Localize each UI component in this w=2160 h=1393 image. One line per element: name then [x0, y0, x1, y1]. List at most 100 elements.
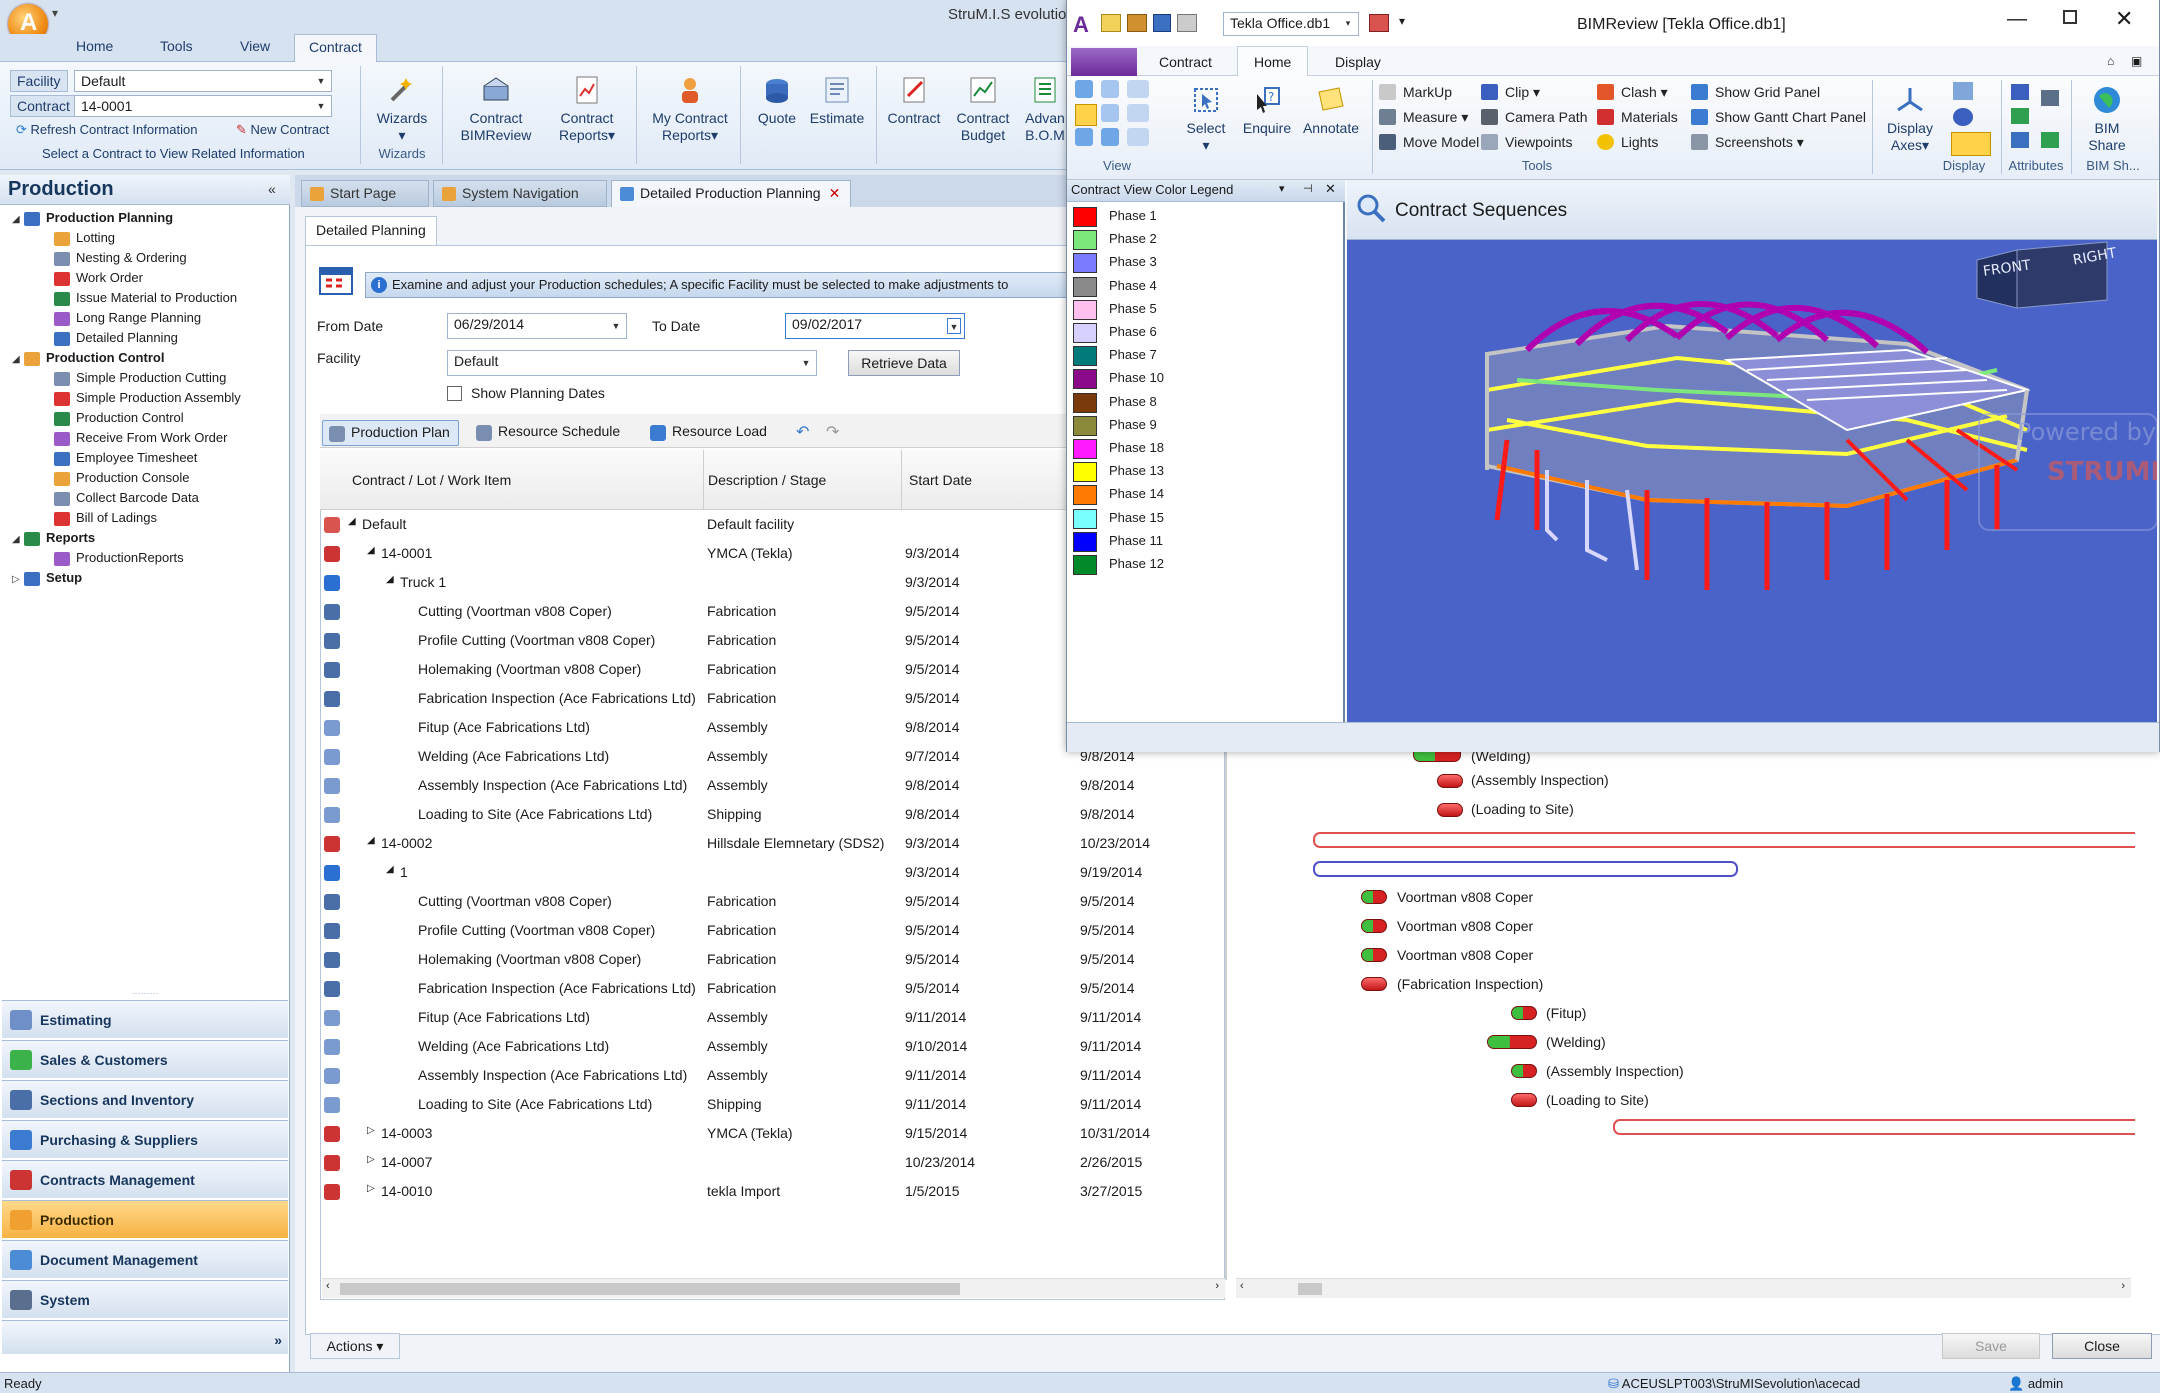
lighting-toggle-icon[interactable]: [1951, 132, 1991, 156]
column-header-start-date[interactable]: Start Date: [909, 472, 972, 488]
redo-icon[interactable]: ↷: [826, 422, 839, 442]
gantt-bar-assembly-inspection-2[interactable]: [1511, 1064, 1537, 1078]
pane-splitter[interactable]: ·········: [0, 989, 290, 998]
tab-detailed-planning[interactable]: Detailed Planning: [305, 216, 437, 246]
collapse-pane-icon[interactable]: «: [268, 181, 276, 197]
close-window-icon[interactable]: ✕: [2115, 6, 2133, 32]
bim-share-button[interactable]: BIM Share: [2077, 84, 2137, 154]
camera-path-button[interactable]: Camera Path: [1481, 107, 1587, 127]
gantt-bar-holemaking[interactable]: [1361, 948, 1387, 962]
gantt-bar-loading-1[interactable]: [1437, 803, 1463, 817]
nav-module-button[interactable]: System: [2, 1280, 288, 1318]
nav-tree-item[interactable]: Long Range Planning: [54, 308, 201, 328]
view-cube-icon[interactable]: [1127, 80, 1149, 98]
grid-splitter[interactable]: [1225, 750, 1227, 1280]
nav-tree-item[interactable]: Receive From Work Order: [54, 428, 227, 448]
gantt-bar-welding-2[interactable]: [1487, 1035, 1537, 1049]
nav-tree-item[interactable]: ◢ Production Planning: [12, 208, 173, 228]
resource-schedule-button[interactable]: Resource Schedule: [470, 420, 628, 446]
tab-tools[interactable]: Tools: [160, 38, 193, 54]
print-icon[interactable]: [1177, 14, 1197, 32]
nav-tree-item[interactable]: ◢ Production Control: [12, 348, 164, 368]
nav-tree-item[interactable]: Issue Material to Production: [54, 288, 237, 308]
gantt-bar-contract-14-0002[interactable]: [1313, 832, 2135, 848]
table-row[interactable]: Profile Cutting (Voortman v808 Coper) Fab…: [320, 916, 1225, 945]
expand-toggle-icon[interactable]: ◢: [348, 516, 356, 527]
lights-button[interactable]: Lights: [1597, 132, 1658, 152]
show-gantt-chart-panel-button[interactable]: Show Gantt Chart Panel: [1691, 107, 1866, 127]
my-contract-reports-button[interactable]: My Contract Reports▾: [648, 74, 732, 144]
nav-tree-item[interactable]: Nesting & Ordering: [54, 248, 187, 268]
tab-system-navigation[interactable]: System Navigation: [433, 180, 607, 207]
expand-toggle-icon[interactable]: ◢: [386, 864, 394, 875]
model-link-icon[interactable]: [1369, 14, 1389, 32]
table-row[interactable]: ▷ 14-0007 10/23/2014 2/26/2015: [320, 1148, 1225, 1177]
open-folder-icon[interactable]: [1127, 14, 1147, 32]
chevron-down-icon[interactable]: ▼: [947, 318, 961, 334]
screenshots-button[interactable]: Screenshots ▾: [1691, 132, 1804, 152]
column-header-contract[interactable]: Contract / Lot / Work Item: [352, 472, 511, 488]
scroll-thumb[interactable]: [340, 1283, 960, 1295]
view-options-icon[interactable]: [1127, 128, 1149, 146]
nav-tree-item[interactable]: Bill of Ladings: [54, 508, 157, 528]
scroll-thumb[interactable]: [1298, 1283, 1322, 1295]
chevron-down-icon[interactable]: ▼: [609, 318, 623, 334]
scroll-left-icon[interactable]: ‹: [326, 1280, 330, 1292]
display-axes-button[interactable]: Display Axes▾: [1879, 84, 1941, 154]
help-icon[interactable]: ▣: [2131, 54, 2142, 68]
viewpoints-button[interactable]: Viewpoints: [1481, 132, 1572, 152]
chevron-down-icon[interactable]: ▾: [1341, 15, 1355, 31]
close-tab-icon[interactable]: ✕: [829, 185, 841, 201]
gantt-bar-fitup[interactable]: [1511, 1006, 1537, 1020]
maximize-icon[interactable]: [2063, 10, 2077, 24]
annotate-button[interactable]: Annotate: [1297, 84, 1365, 137]
new-file-icon[interactable]: [1101, 14, 1121, 32]
facility-combo[interactable]: Default ▼: [74, 70, 332, 92]
pin-icon[interactable]: ⊣: [1303, 182, 1313, 195]
panel-menu-icon[interactable]: ▾: [1279, 182, 1285, 195]
bim-file-combo[interactable]: Tekla Office.db1 ▾: [1223, 12, 1359, 36]
nav-tree-item[interactable]: Collect Barcode Data: [54, 488, 199, 508]
save-button[interactable]: Save: [1942, 1333, 2040, 1359]
expand-toggle-icon[interactable]: ◢: [386, 574, 394, 585]
attribute-colour-icon[interactable]: [2041, 90, 2059, 106]
show-planning-dates-checkbox[interactable]: [447, 386, 462, 401]
table-row[interactable]: Fabrication Inspection (Ace Fabrications…: [320, 974, 1225, 1003]
advanced-bom-button[interactable]: Advan B.O.M: [1022, 74, 1068, 144]
expand-toggle-icon[interactable]: ◢: [367, 545, 375, 556]
production-plan-button[interactable]: Production Plan: [322, 420, 459, 446]
nav-tree-item[interactable]: Detailed Planning: [54, 328, 178, 348]
table-row[interactable]: ▷ 14-0010 tekla Import 1/5/2015 3/27/2015: [320, 1177, 1225, 1206]
nav-tree-item[interactable]: Employee Timesheet: [54, 448, 197, 468]
zoom-in-icon[interactable]: [1075, 128, 1093, 146]
nav-module-button[interactable]: Estimating: [2, 1000, 288, 1038]
attribute-refresh-icon[interactable]: [2041, 132, 2059, 148]
pan-icon[interactable]: [1101, 104, 1119, 122]
contract-combo[interactable]: 14-0001 ▼: [74, 95, 332, 117]
bim-tab-contract[interactable]: Contract: [1159, 54, 1212, 70]
collapse-ribbon-icon[interactable]: ⌂: [2107, 54, 2114, 68]
gantt-bar-fabrication-inspection[interactable]: [1361, 977, 1387, 991]
nav-module-button[interactable]: Production: [2, 1200, 288, 1238]
table-row[interactable]: Assembly Inspection (Ace Fabrications Lt…: [320, 1061, 1225, 1090]
table-row[interactable]: Holemaking (Voortman v808 Coper) Fabricat…: [320, 945, 1225, 974]
nav-tree-item[interactable]: Simple Production Cutting: [54, 368, 226, 388]
materials-button[interactable]: Materials: [1597, 107, 1678, 127]
chevron-down-icon[interactable]: ▼: [314, 73, 328, 89]
attribute-filter-icon[interactable]: [2011, 84, 2029, 100]
table-row[interactable]: Loading to Site (Ace Fabrications Ltd) Sh…: [320, 800, 1225, 829]
table-row[interactable]: Cutting (Voortman v808 Coper) Fabrication…: [320, 887, 1225, 916]
markup-button[interactable]: MarkUp: [1379, 82, 1452, 102]
measure-button[interactable]: Measure ▾: [1379, 107, 1468, 127]
tab-home[interactable]: Home: [76, 38, 113, 54]
bim-app-menu-button[interactable]: [1071, 48, 1137, 76]
new-contract-link[interactable]: ✎ New Contract: [236, 122, 329, 138]
nav-tree-item[interactable]: ▷ Setup: [12, 568, 82, 588]
gantt-bar-cutting[interactable]: [1361, 890, 1387, 904]
expand-toggle-icon[interactable]: ▷: [367, 1154, 375, 1165]
tab-start-page[interactable]: Start Page: [301, 180, 429, 207]
estimate-button[interactable]: Estimate: [806, 74, 868, 127]
expand-toggle-icon[interactable]: ◢: [12, 530, 24, 550]
render-mode-icon[interactable]: [1953, 108, 1973, 126]
attribute-list-icon[interactable]: [2011, 108, 2029, 124]
